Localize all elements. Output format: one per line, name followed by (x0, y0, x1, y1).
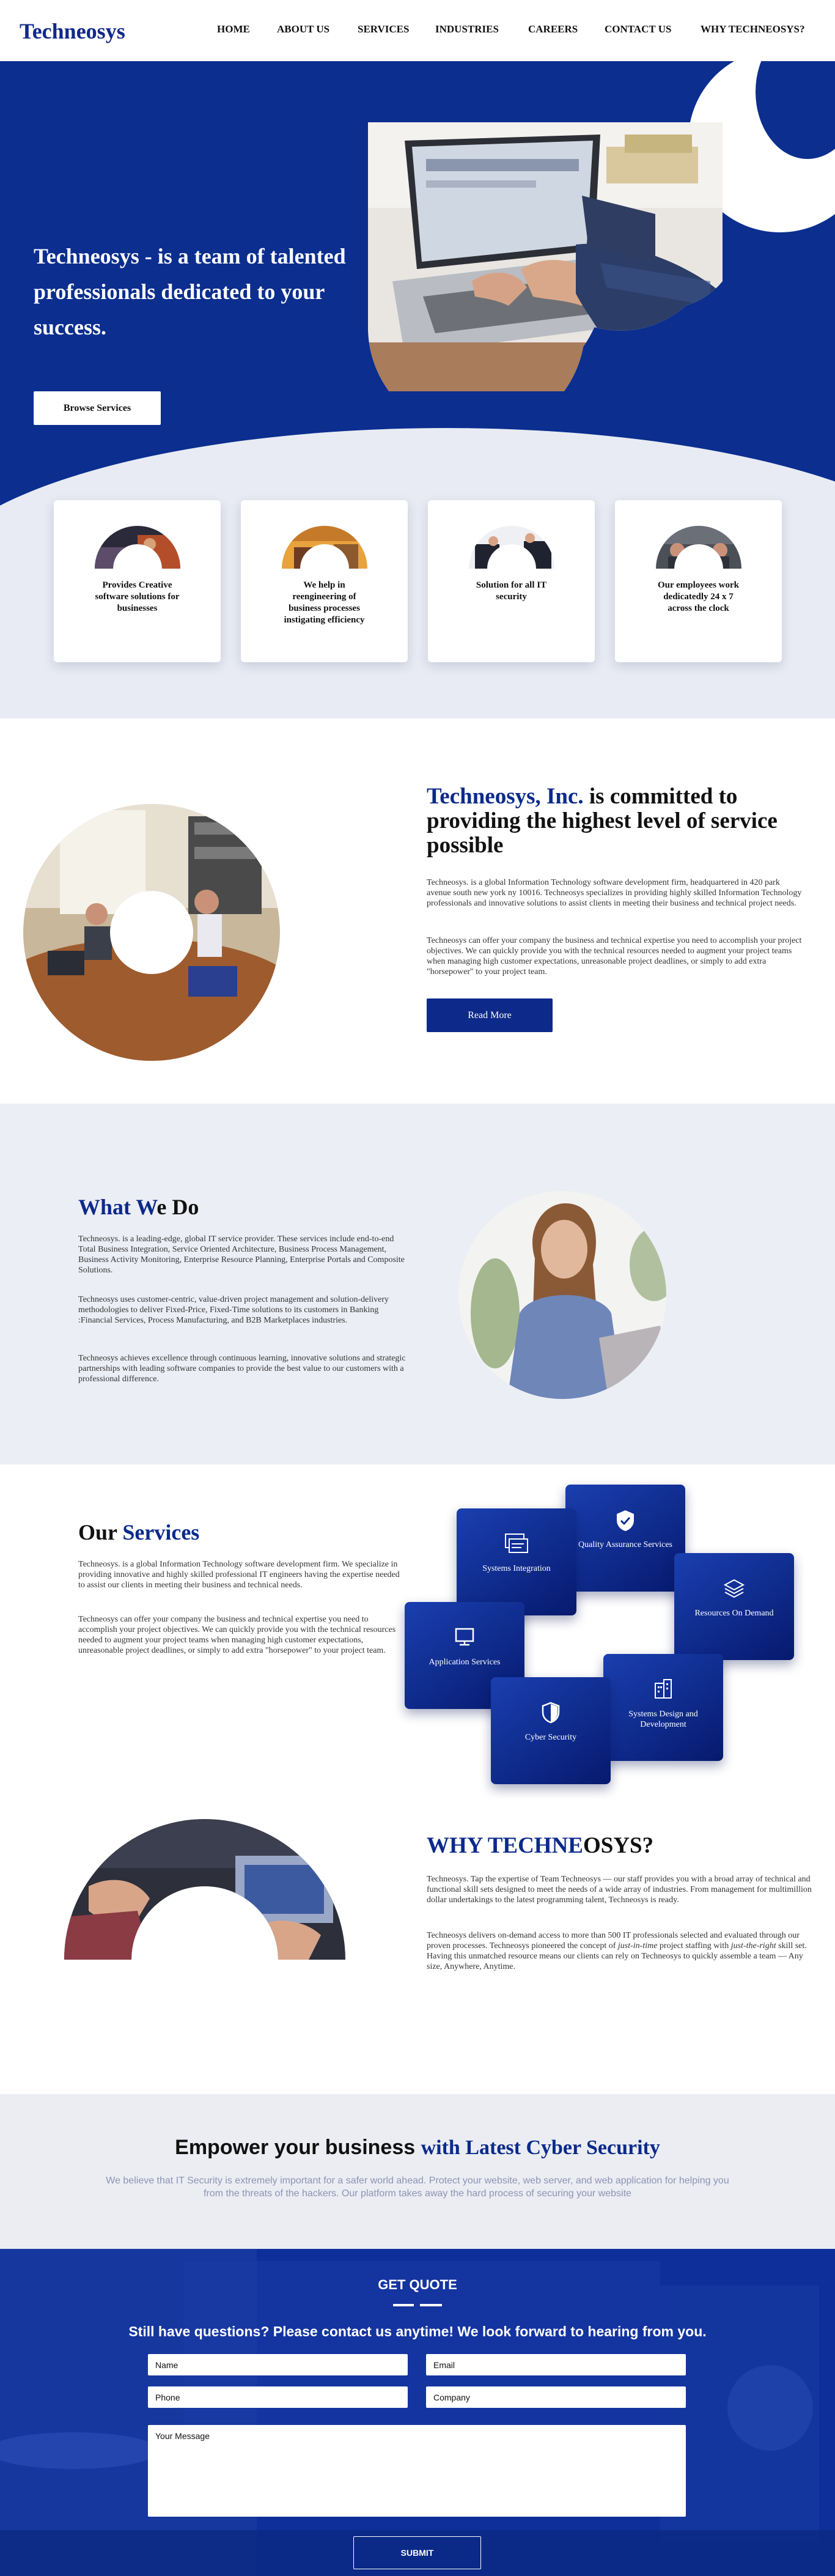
service-tile-quality-assurance[interactable]: Quality Assurance Services (565, 1485, 685, 1592)
company-name: Techneosys, Inc. (427, 784, 584, 809)
woman-with-laptop-image (458, 1191, 666, 1399)
submit-button[interactable]: SUBMIT (353, 2536, 481, 2569)
get-quote-section: GET QUOTE Still have questions? Please c… (0, 2249, 835, 2576)
services-section: Our Services Techneosys. is a global Inf… (0, 1464, 835, 1819)
cyber-security-banner: Empower your business with Latest Cyber … (0, 2094, 835, 2249)
what-paragraph: Techneosys uses customer-centric, value-… (78, 1295, 389, 1325)
window-stack-icon (457, 1533, 576, 1557)
company-input[interactable] (426, 2386, 686, 2408)
quote-title: GET QUOTE (378, 2277, 457, 2292)
hero-headline: Techneosys - is a team of talented profe… (34, 244, 346, 339)
about-paragraph: Techneosys can offer your company the bu… (427, 936, 802, 976)
heading-part: Services (122, 1520, 200, 1544)
top-navigation: Techneosys HOME ABOUT US SERVICES INDUST… (0, 0, 835, 61)
feature-card-text: Solution for all IT security (476, 580, 547, 602)
brand-logo[interactable]: Techneosys (20, 18, 125, 44)
heading-part: with Latest Cyber Security (421, 2136, 660, 2159)
heading-part: Our (78, 1520, 123, 1544)
read-more-button[interactable]: Read More (427, 998, 553, 1032)
nav-industries[interactable]: INDUSTRIES (435, 23, 499, 35)
title-divider (420, 2304, 442, 2306)
feature-cards: Provides Creative software solutions for… (54, 500, 782, 662)
service-tile-resources-on-demand[interactable]: Resources On Demand (674, 1553, 794, 1660)
hero-laptop-photo (368, 122, 723, 391)
shield-icon (491, 1702, 611, 1726)
nav-careers[interactable]: CAREERS (528, 23, 578, 35)
what-we-do-section: What We Do Techneosys. is a leading-edge… (0, 1104, 835, 1464)
heading-part: Empower your business (175, 2136, 421, 2159)
quote-subtitle: Still have questions? Please contact us … (128, 2323, 707, 2339)
nav-home[interactable]: HOME (217, 23, 250, 35)
heading-part: e Do (156, 1195, 199, 1219)
what-paragraph: Techneosys achieves excellence through c… (78, 1354, 406, 1384)
email-input[interactable] (426, 2354, 686, 2375)
collaboration-image (64, 1819, 345, 1960)
why-techneosys-section: WHY TECHNEOSYS? Techneosys. Tap the expe… (0, 1819, 835, 2094)
tile-label: Cyber Security (524, 1733, 577, 1742)
service-tile-cyber-security[interactable]: Cyber Security (491, 1677, 611, 1784)
hero-section: Techneosys - is a team of talented profe… (0, 61, 835, 718)
tile-label: Application Services (429, 1658, 501, 1667)
shield-check-icon (565, 1509, 685, 1533)
tile-label: Systems Integration (482, 1564, 551, 1573)
meeting-room-image (23, 804, 280, 1061)
nav-about-us[interactable]: ABOUT US (277, 23, 329, 35)
team-meeting-image (94, 526, 180, 569)
layers-icon (674, 1578, 794, 1602)
quote-background-image (0, 2249, 835, 2576)
cyber-text: We believe that IT Security is extremely… (106, 2176, 729, 2199)
feature-card[interactable]: We help in reengineering of business pro… (241, 500, 408, 662)
nav-why-techneosys[interactable]: WHY TECHNEOSYS? (701, 23, 805, 35)
what-paragraph: Techneosys. is a leading-edge, global IT… (78, 1234, 405, 1275)
building-icon (603, 1678, 723, 1703)
phone-input[interactable] (148, 2386, 408, 2408)
title-divider (393, 2304, 414, 2306)
nav-services[interactable]: SERVICES (358, 23, 409, 35)
tile-label: Resources On Demand (694, 1609, 774, 1618)
service-tile-systems-integration[interactable]: Systems Integration (457, 1508, 576, 1615)
monitor-icon (405, 1626, 524, 1651)
office-process-image (281, 526, 367, 569)
what-we-do-heading: What We Do (78, 1194, 199, 1220)
feature-card-text: Our employees work dedicatedly 24 x 7 ac… (657, 580, 740, 613)
name-input[interactable] (148, 2354, 408, 2375)
cyber-heading: Empower your business with Latest Cyber … (0, 2094, 835, 2160)
it-security-image (468, 526, 554, 569)
tile-label: Systems Design and Development (628, 1710, 698, 1729)
services-heading: Our Services (78, 1519, 199, 1545)
nav-contact-us[interactable]: CONTACT US (605, 23, 671, 35)
heading-part: WHY TECHNE (427, 1833, 583, 1858)
feature-card-text: Provides Creative software solutions for… (95, 580, 180, 613)
feature-card[interactable]: Provides Creative software solutions for… (54, 500, 221, 662)
about-section: Techneosys, Inc. is committed to providi… (0, 718, 835, 1104)
tile-label: Quality Assurance Services (578, 1540, 672, 1549)
text-span: project staffing with (657, 1941, 731, 1950)
services-paragraph: Techneosys. is a global Information Tech… (78, 1560, 400, 1590)
heading-part: OSYS? (583, 1833, 654, 1858)
text-emphasis: just-the-right (730, 1941, 776, 1950)
message-textarea[interactable] (148, 2425, 686, 2517)
services-paragraph: Techneosys can offer your company the bu… (78, 1615, 396, 1655)
feature-card[interactable]: Solution for all IT security (428, 500, 595, 662)
employees-image (655, 526, 741, 569)
heading-part: What W (78, 1195, 157, 1219)
feature-card-text: We help in reengineering of business pro… (284, 580, 365, 625)
feature-card[interactable]: Our employees work dedicatedly 24 x 7 ac… (615, 500, 782, 662)
about-paragraph: Techneosys. is a global Information Tech… (427, 878, 802, 908)
why-heading: WHY TECHNEOSYS? (427, 1832, 653, 1859)
browse-services-button[interactable]: Browse Services (34, 391, 161, 425)
about-heading: Techneosys, Inc. is committed to providi… (427, 784, 806, 858)
service-tile-systems-design[interactable]: Systems Design and Development (603, 1654, 723, 1761)
why-paragraph: Techneosys delivers on-demand access to … (427, 1930, 813, 1972)
why-paragraph: Techneosys. Tap the expertise of Team Te… (427, 1875, 812, 1905)
text-emphasis: just-in-time (617, 1941, 658, 1950)
